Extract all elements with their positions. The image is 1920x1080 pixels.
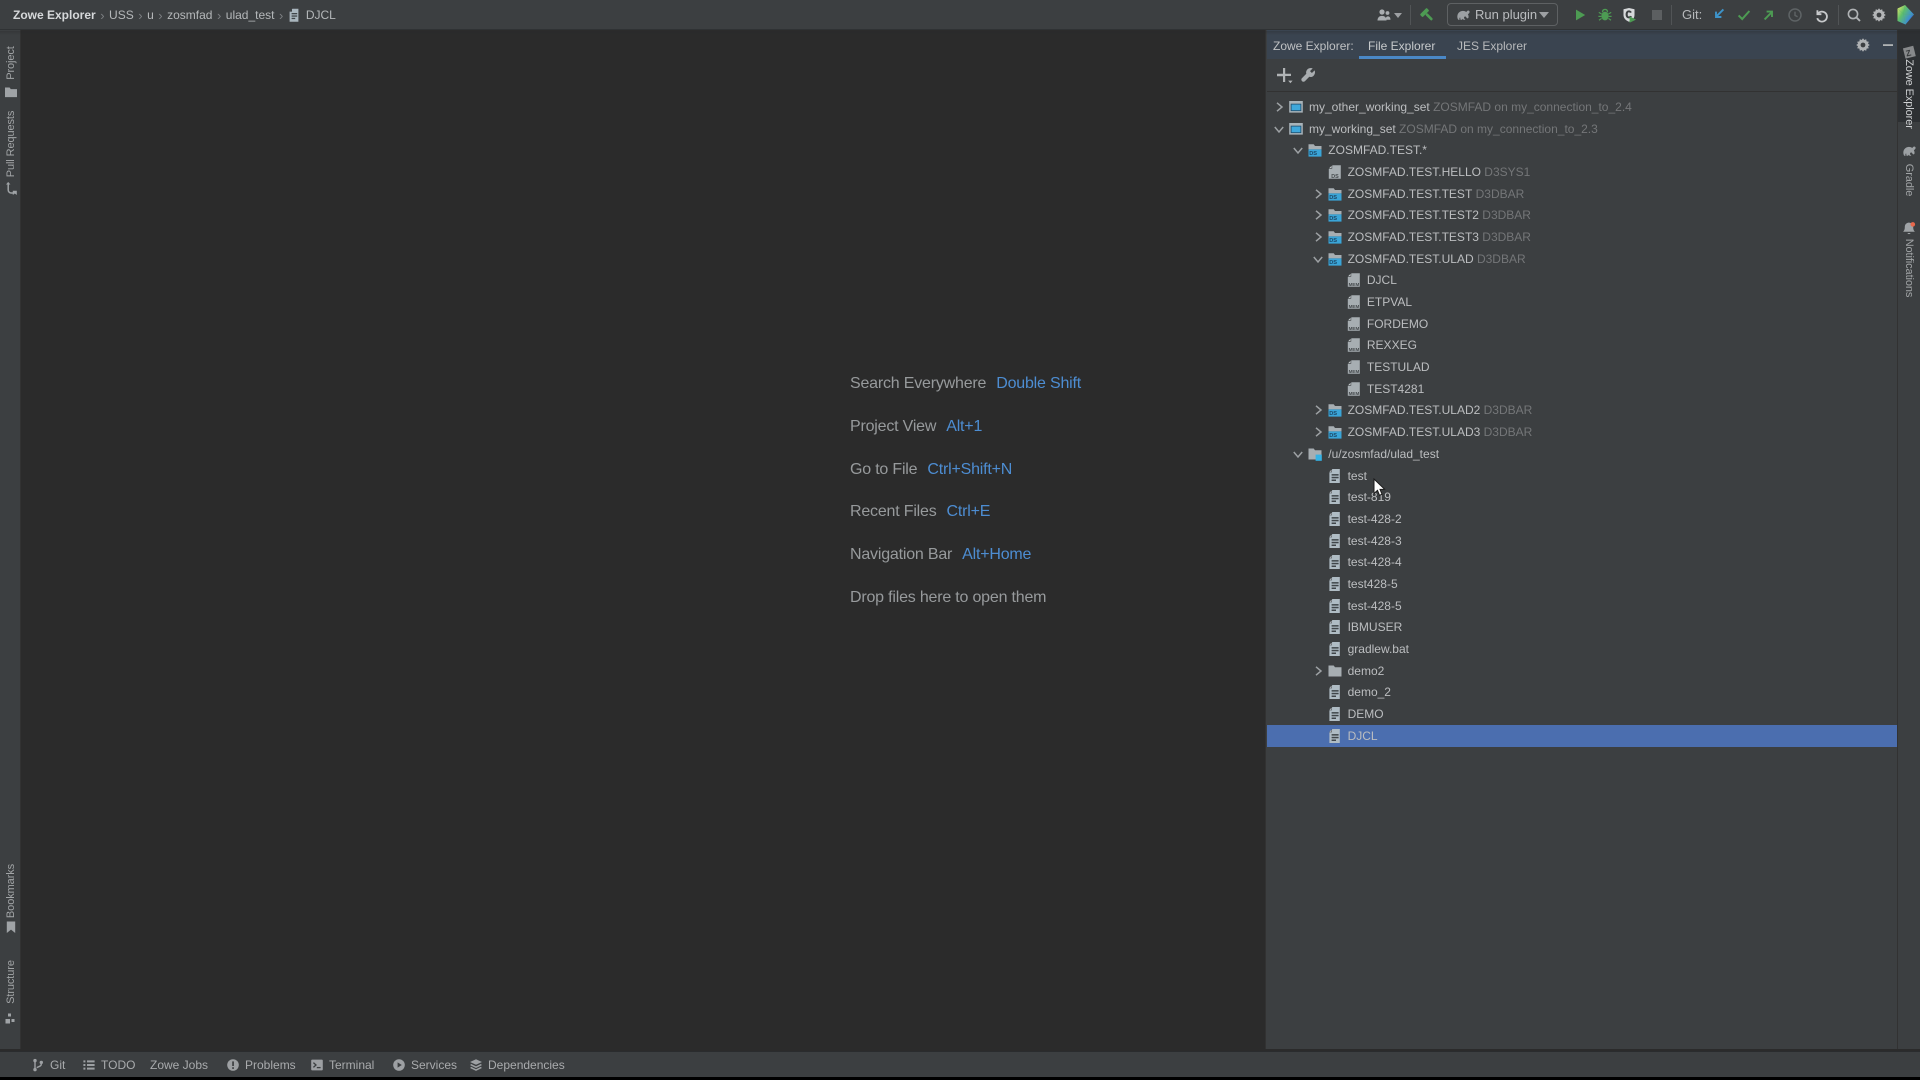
svg-text:MEM: MEM <box>1348 283 1359 288</box>
svg-text:MEM: MEM <box>1348 369 1359 374</box>
svg-text:DS: DS <box>1331 174 1339 180</box>
svg-text:DS: DS <box>1329 238 1337 244</box>
svg-text:MEM: MEM <box>1348 326 1359 331</box>
svg-text:DS: DS <box>1329 433 1337 439</box>
svg-text:DS: DS <box>1309 151 1317 157</box>
svg-text:DS: DS <box>1329 216 1337 222</box>
svg-text:MEM: MEM <box>1348 391 1359 396</box>
svg-text:DS: DS <box>1329 260 1337 266</box>
svg-text:DS: DS <box>1329 195 1337 201</box>
svg-text:MEM: MEM <box>1348 348 1359 353</box>
svg-text:MEM: MEM <box>1348 304 1359 309</box>
svg-text:DS: DS <box>1329 412 1337 418</box>
